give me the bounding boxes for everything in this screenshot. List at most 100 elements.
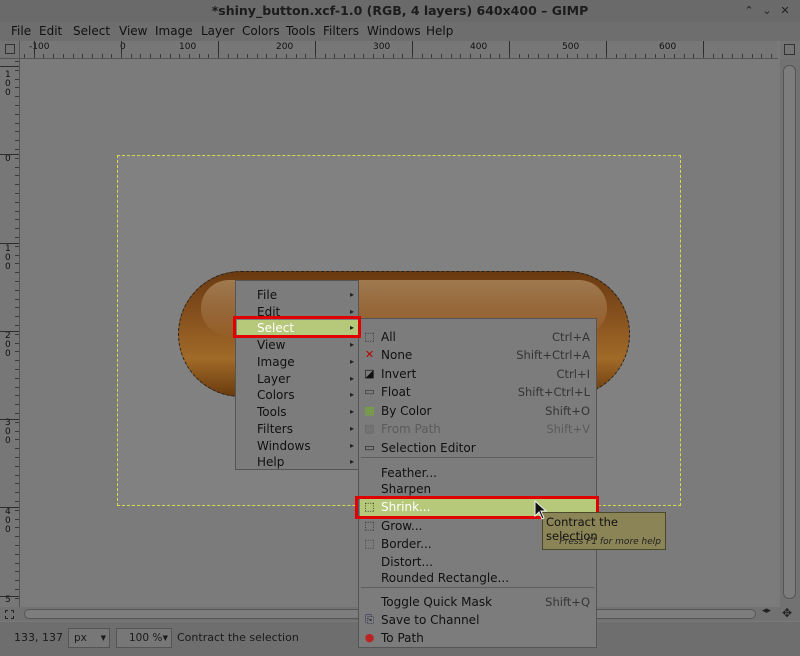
submenu-arrow-icon: ▸ (349, 407, 354, 416)
menu-item-shortcut: Shift+Ctrl+L (517, 385, 590, 399)
menu-layer[interactable]: Layer (201, 24, 234, 38)
context-menu-item-image[interactable]: Image ▸ (237, 354, 358, 371)
ruler-minor-tick (15, 360, 19, 361)
select-menu-item-toggle-quick-mask[interactable]: Toggle Quick Mask Shift+Q (360, 594, 596, 611)
ruler-minor-tick (684, 54, 685, 58)
select-menu-item-distort[interactable]: Distort... (360, 554, 596, 571)
menu-tools[interactable]: Tools (286, 24, 316, 38)
ruler-minor-tick (15, 413, 19, 414)
ruler-minor-tick (15, 475, 19, 476)
context-menu-item-view[interactable]: View ▸ (237, 337, 358, 354)
ruler-minor-tick (296, 54, 297, 58)
menu-filters[interactable]: Filters (323, 24, 359, 38)
menu-item-label: Edit (257, 305, 281, 319)
horizontal-ruler[interactable]: -100 0 100 200 300 400 500 600 (20, 41, 778, 59)
menu-item-label: Shrink... (381, 500, 431, 514)
select-menu-item-sharpen[interactable]: Sharpen (360, 481, 596, 498)
context-menu-item-tools[interactable]: Tools ▸ (237, 404, 358, 421)
select-menu-item-float[interactable]: ▭ Float Shift+Ctrl+L (360, 384, 596, 401)
ruler-minor-tick (15, 519, 19, 520)
select-menu-item-invert[interactable]: ◪ Invert Ctrl+I (360, 366, 596, 383)
select-menu-item-rounded-rectangle[interactable]: Rounded Rectangle... (360, 570, 596, 587)
ruler-minor-tick (228, 54, 229, 58)
menu-item-label: Grow... (381, 519, 423, 533)
ruler-label: 100 (5, 70, 11, 98)
menu-view[interactable]: View (119, 24, 147, 38)
select-menu-item-to-path[interactable]: ● To Path (360, 630, 596, 647)
ruler-minor-tick (15, 563, 19, 564)
select-menu-item-by-color[interactable]: ▦ By Color Shift+O (360, 403, 596, 420)
ruler-minor-tick (15, 237, 19, 238)
ruler-minor-tick (189, 54, 190, 58)
menu-help[interactable]: Help (426, 24, 453, 38)
context-menu-item-select[interactable]: Select ▸ (237, 320, 358, 337)
menu-file[interactable]: File (11, 24, 31, 38)
ruler-minor-tick (15, 105, 19, 106)
context-menu-item-file[interactable]: File ▸ (237, 287, 358, 304)
menu-colors[interactable]: Colors (242, 24, 280, 38)
ruler-minor-tick (305, 54, 306, 58)
zoom-image-button[interactable] (780, 41, 800, 59)
menu-windows[interactable]: Windows (367, 24, 421, 38)
ruler-label: 600 (659, 42, 677, 52)
ruler-minor-tick (208, 54, 209, 58)
ruler-minor-tick (15, 96, 19, 97)
menu-item-label: Distort... (381, 555, 433, 569)
select-menu-item-feather[interactable]: Feather... (360, 465, 596, 482)
unit-selector[interactable]: px ▼ (68, 628, 110, 648)
menu-item-label: To Path (381, 631, 424, 645)
context-menu-item-windows[interactable]: Windows ▸ (237, 438, 358, 455)
ruler-minor-tick (15, 395, 19, 396)
menu-item-label: All (381, 330, 396, 344)
select-menu-item-selection-editor[interactable]: ▭ Selection Editor (360, 440, 596, 457)
ruler-minor-tick (703, 54, 704, 58)
menu-bar: File Edit Select View Image Layer Colors… (0, 22, 800, 41)
context-menu-item-help[interactable]: Help ▸ (237, 454, 358, 471)
ruler-minor-tick (15, 387, 19, 388)
context-menu-item-colors[interactable]: Colors ▸ (237, 387, 358, 404)
quick-mask-toggle[interactable] (0, 607, 20, 621)
ruler-minor-tick (470, 54, 471, 58)
menu-item-label: Float (381, 385, 411, 399)
menu-separator (361, 587, 594, 588)
select-menu-item-none[interactable]: ✕ None Shift+Ctrl+A (360, 347, 596, 364)
ruler-minor-tick (102, 54, 103, 58)
vertical-ruler[interactable]: 100 0 100 200 300 400 5 (0, 59, 20, 607)
context-menu-item-edit[interactable]: Edit ▸ (237, 304, 358, 321)
vertical-scroll-thumb[interactable] (783, 65, 796, 599)
menu-select[interactable]: Select (73, 24, 110, 38)
context-menu-item-layer[interactable]: Layer ▸ (237, 371, 358, 388)
ruler-label: 5 (5, 595, 11, 605)
ruler-minor-tick (237, 54, 238, 58)
ruler-label: 200 (5, 331, 11, 359)
ruler-label: 100 (5, 244, 11, 272)
ruler-tick (0, 596, 19, 597)
ruler-corner-button[interactable] (0, 41, 20, 59)
ruler-minor-tick (92, 54, 93, 58)
zoom-selector[interactable]: 100 % ▼ (116, 628, 172, 648)
minimize-button[interactable]: ⌃ (742, 4, 756, 18)
ruler-minor-tick (111, 54, 112, 58)
zoom-icon (784, 44, 795, 55)
menu-edit[interactable]: Edit (39, 24, 62, 38)
maximize-button[interactable]: ⌄ (760, 4, 774, 18)
vertical-scrollbar[interactable] (780, 59, 800, 607)
ruler-minor-tick (325, 54, 326, 58)
ruler-minor-tick (53, 54, 54, 58)
menu-item-label: Sharpen (381, 482, 432, 496)
ruler-minor-tick (373, 54, 374, 58)
ruler-minor-tick (393, 54, 394, 58)
select-menu-item-all[interactable]: ⬚ All Ctrl+A (360, 329, 596, 346)
ruler-minor-tick (509, 54, 510, 58)
ruler-minor-tick (363, 54, 364, 58)
menu-image[interactable]: Image (155, 24, 193, 38)
select-menu-item-save-to-channel[interactable]: ⎘ Save to Channel (360, 612, 596, 629)
ruler-minor-tick (15, 492, 19, 493)
ruler-label: 300 (373, 42, 391, 52)
navigate-button[interactable]: ◂▸ ✥ (760, 606, 800, 621)
ruler-minor-tick (15, 351, 19, 352)
menu-item-label: From Path (381, 422, 441, 436)
ruler-minor-tick (15, 431, 19, 432)
close-button[interactable]: ✕ (778, 4, 792, 18)
context-menu-item-filters[interactable]: Filters ▸ (237, 421, 358, 438)
